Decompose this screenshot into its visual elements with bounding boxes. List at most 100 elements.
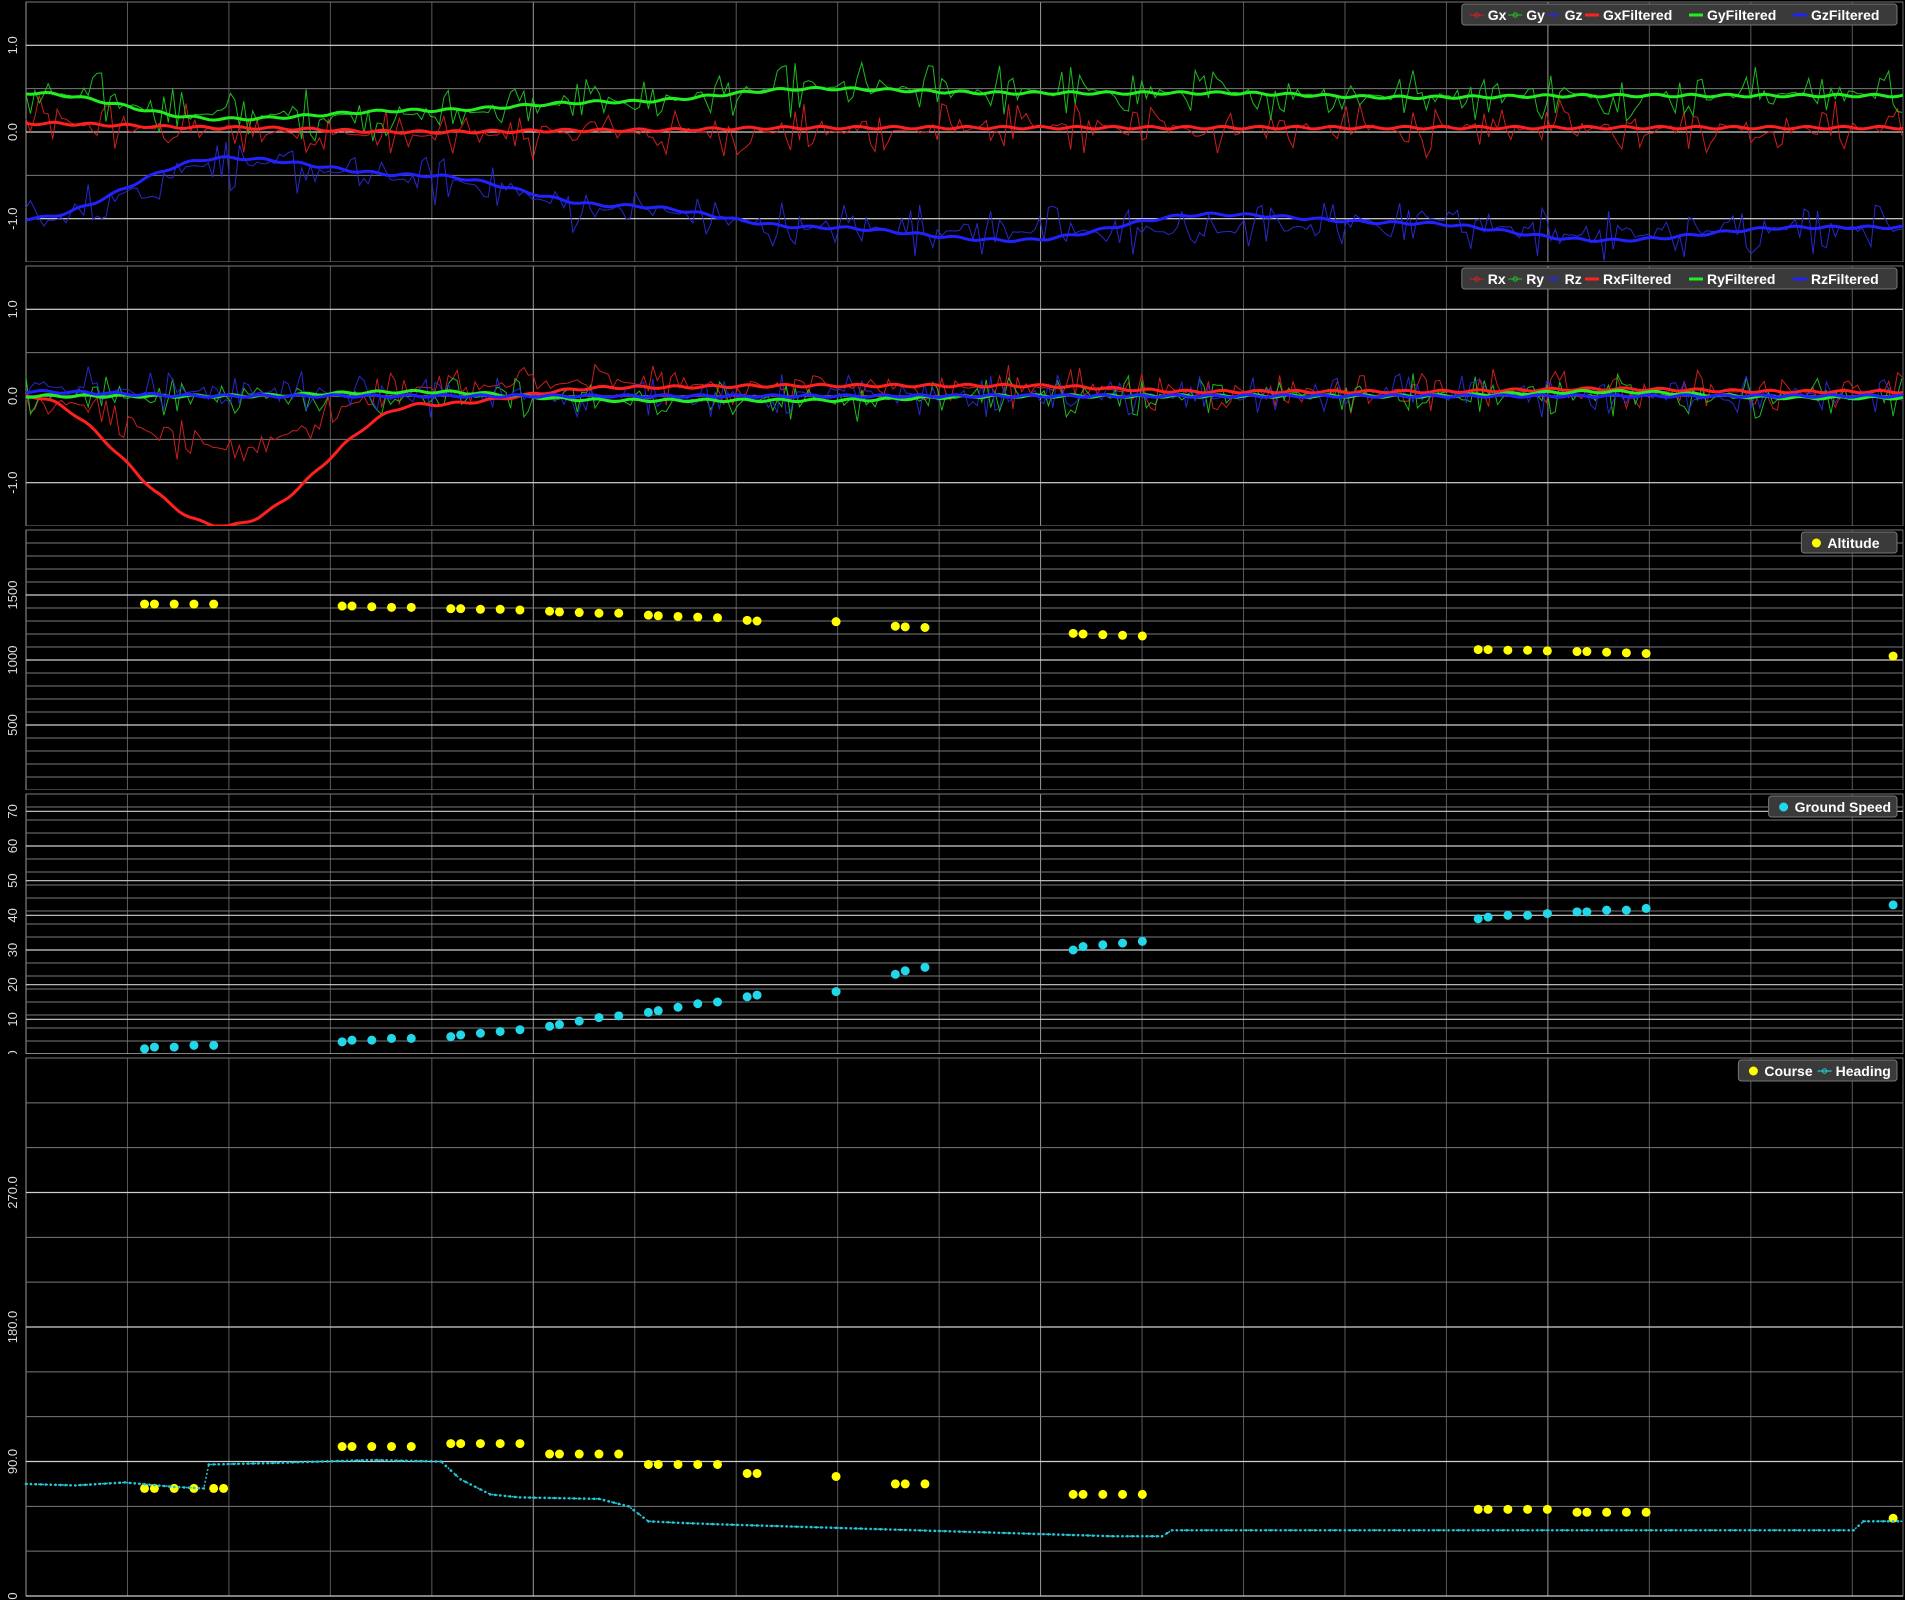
heading-point: [800, 1525, 803, 1529]
heading-point: [113, 1481, 117, 1485]
altitude-point: [1888, 651, 1898, 661]
heading-point: [656, 1520, 660, 1524]
ground-speed-point: [1621, 905, 1631, 915]
heading-point: [1294, 1528, 1297, 1532]
ground-speed-point: [140, 1044, 150, 1054]
altitude-point: [574, 608, 584, 618]
course-point: [1621, 1507, 1631, 1517]
y-tick-label: 0: [5, 1592, 20, 1599]
heading-point: [829, 1526, 833, 1530]
heading-point: [484, 1490, 487, 1494]
heading-point: [29, 1482, 33, 1486]
heading-point: [1383, 1528, 1386, 1532]
heading-point: [582, 1497, 586, 1500]
heading-point: [701, 1522, 705, 1526]
y-tick-label: 30: [5, 943, 20, 957]
ground-speed-point: [169, 1042, 179, 1052]
altitude-point: [347, 601, 357, 611]
heading-point: [414, 1459, 418, 1463]
heading-point: [163, 1484, 166, 1488]
heading-point: [968, 1530, 971, 1534]
heading-point: [879, 1527, 882, 1531]
heading-point: [479, 1488, 482, 1491]
ground-speed-point: [1503, 910, 1513, 920]
heading-point: [1852, 1528, 1855, 1532]
heading-point: [1486, 1528, 1490, 1532]
heading-point: [810, 1525, 813, 1529]
altitude-point: [1118, 630, 1128, 640]
ground-speed-point: [1572, 907, 1582, 917]
heading-point: [903, 1528, 907, 1532]
heading-point: [795, 1525, 798, 1528]
heading-point: [1343, 1528, 1347, 1532]
heading-point: [602, 1498, 606, 1502]
y-tick-label: -1.0: [5, 471, 20, 493]
heading-point: [1437, 1528, 1440, 1532]
y-tick-label: 60: [5, 839, 20, 853]
heading-point: [1476, 1528, 1480, 1532]
ground-speed-point: [594, 1013, 604, 1023]
heading-point: [79, 1483, 82, 1487]
heading-point: [1699, 1528, 1702, 1532]
heading-point: [1817, 1528, 1821, 1532]
heading-point: [1625, 1528, 1628, 1532]
course-point: [900, 1479, 910, 1489]
heading-point: [1121, 1534, 1124, 1538]
heading-point: [1111, 1534, 1114, 1538]
heading-point: [1066, 1533, 1070, 1537]
heading-point: [340, 1459, 344, 1463]
heading-point: [1259, 1528, 1263, 1532]
altitude-point: [1098, 630, 1108, 640]
heading-point: [1264, 1528, 1268, 1532]
heading-point: [884, 1528, 887, 1531]
ground-speed-point: [653, 1006, 663, 1016]
heading-point: [770, 1524, 774, 1528]
heading-point: [706, 1522, 709, 1526]
heading-point: [1086, 1534, 1090, 1537]
ground-speed-point: [367, 1035, 377, 1045]
heading-point: [563, 1496, 566, 1500]
heading-point: [1881, 1519, 1885, 1523]
heading-point: [1802, 1528, 1806, 1532]
heading-point: [785, 1525, 788, 1528]
course-point: [1523, 1504, 1533, 1514]
heading-point: [597, 1497, 601, 1501]
heading-point: [350, 1459, 354, 1462]
y-tick-label: 40: [5, 908, 20, 922]
heading-point: [987, 1531, 991, 1534]
y-tick-label: 0.0: [5, 123, 20, 141]
heading-point: [301, 1460, 304, 1464]
heading-point: [1348, 1528, 1352, 1532]
heading-point: [533, 1496, 537, 1499]
heading-point: [775, 1524, 779, 1528]
heading-point: [898, 1528, 902, 1532]
course-point: [831, 1471, 841, 1481]
heading-point: [1244, 1528, 1248, 1532]
heading-point: [54, 1483, 57, 1487]
course-point: [1078, 1489, 1088, 1499]
ground-speed-point: [1602, 905, 1612, 915]
heading-point: [98, 1482, 102, 1486]
heading-point: [187, 1486, 191, 1489]
heading-point: [1185, 1528, 1189, 1532]
heading-point: [765, 1524, 769, 1528]
altitude-point: [1542, 646, 1552, 656]
heading-point: [1150, 1534, 1154, 1538]
course-point: [1098, 1489, 1108, 1499]
ground-speed-point: [337, 1037, 347, 1047]
heading-point: [474, 1485, 477, 1489]
heading-point: [844, 1526, 848, 1530]
heading-point: [326, 1460, 329, 1463]
ground-speed-point: [456, 1030, 466, 1040]
heading-point: [1249, 1528, 1253, 1532]
heading-point: [380, 1458, 383, 1462]
heading-point: [1141, 1534, 1144, 1538]
heading-legend-label: Heading: [1836, 1063, 1891, 1079]
heading-point: [1595, 1528, 1599, 1532]
heading-point: [1071, 1533, 1075, 1537]
heading-point: [1299, 1528, 1302, 1532]
heading-point: [330, 1459, 334, 1463]
ground-speed-point: [1137, 936, 1147, 946]
heading-point: [1481, 1528, 1485, 1532]
heading-point: [538, 1496, 542, 1500]
